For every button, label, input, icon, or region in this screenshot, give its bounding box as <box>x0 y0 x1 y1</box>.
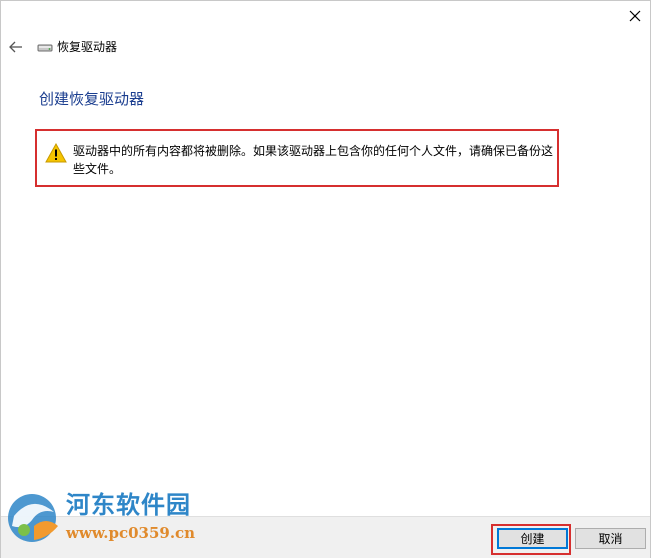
create-button[interactable]: 创建 <box>497 528 568 549</box>
nav-title-label: 恢复驱动器 <box>57 40 118 54</box>
close-button[interactable] <box>621 4 649 28</box>
back-arrow-icon <box>9 41 22 53</box>
nav-title: 恢复驱动器 <box>37 39 117 55</box>
page-title: 创建恢复驱动器 <box>39 90 145 108</box>
warning-text: 驱动器中的所有内容都将被删除。如果该驱动器上包含你的任何个人文件，请确保已备份这… <box>73 144 554 176</box>
close-icon <box>629 10 641 22</box>
warning-icon <box>45 143 67 163</box>
drive-icon <box>37 44 53 52</box>
recovery-drive-window: 恢复驱动器 创建恢复驱动器 驱动器中的所有内容都将被删除。如果该驱动器上包含你的… <box>0 0 651 558</box>
dialog-footer: 创建 取消 <box>1 516 650 558</box>
cancel-button[interactable]: 取消 <box>575 528 646 549</box>
back-button[interactable] <box>7 38 25 56</box>
warning-message-box: 驱动器中的所有内容都将被删除。如果该驱动器上包含你的任何个人文件，请确保已备份这… <box>35 129 559 187</box>
